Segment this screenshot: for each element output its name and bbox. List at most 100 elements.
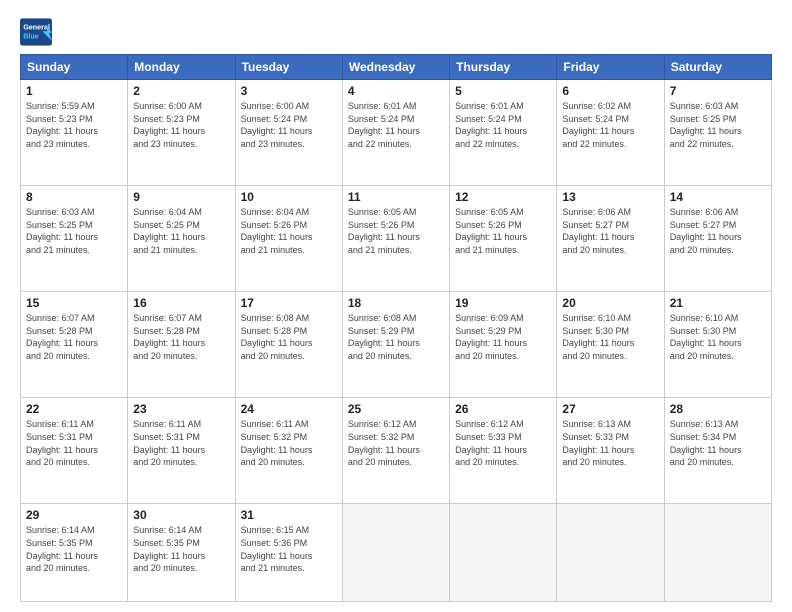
day-info: Sunrise: 6:11 AM Sunset: 5:32 PM Dayligh…	[241, 418, 337, 468]
day-info: Sunrise: 6:07 AM Sunset: 5:28 PM Dayligh…	[26, 312, 122, 362]
calendar-cell: 26 Sunrise: 6:12 AM Sunset: 5:33 PM Dayli…	[450, 398, 557, 504]
weekday-header-wednesday: Wednesday	[342, 55, 449, 80]
weekday-header-row: SundayMondayTuesdayWednesdayThursdayFrid…	[21, 55, 772, 80]
calendar-week-row: 8 Sunrise: 6:03 AM Sunset: 5:25 PM Daylig…	[21, 186, 772, 292]
day-number: 30	[133, 508, 229, 522]
day-info: Sunrise: 6:14 AM Sunset: 5:35 PM Dayligh…	[133, 524, 229, 574]
day-info: Sunrise: 6:02 AM Sunset: 5:24 PM Dayligh…	[562, 100, 658, 150]
day-info: Sunrise: 6:04 AM Sunset: 5:25 PM Dayligh…	[133, 206, 229, 256]
day-info: Sunrise: 6:05 AM Sunset: 5:26 PM Dayligh…	[348, 206, 444, 256]
calendar-cell: 4 Sunrise: 6:01 AM Sunset: 5:24 PM Daylig…	[342, 80, 449, 186]
day-number: 18	[348, 296, 444, 310]
weekday-header-thursday: Thursday	[450, 55, 557, 80]
calendar-cell: 22Sunrise: 6:11 AM Sunset: 5:31 PM Dayli…	[21, 398, 128, 504]
day-info: Sunrise: 6:15 AM Sunset: 5:36 PM Dayligh…	[241, 524, 337, 574]
day-info: Sunrise: 6:11 AM Sunset: 5:31 PM Dayligh…	[26, 418, 122, 468]
day-info: Sunrise: 6:14 AM Sunset: 5:35 PM Dayligh…	[26, 524, 122, 574]
calendar-cell: 13 Sunrise: 6:06 AM Sunset: 5:27 PM Dayli…	[557, 186, 664, 292]
day-number: 20	[562, 296, 658, 310]
day-number: 29	[26, 508, 122, 522]
calendar-week-row: 1Sunrise: 5:59 AM Sunset: 5:23 PM Daylig…	[21, 80, 772, 186]
calendar-cell: 1Sunrise: 5:59 AM Sunset: 5:23 PM Daylig…	[21, 80, 128, 186]
weekday-header-saturday: Saturday	[664, 55, 771, 80]
calendar-cell: 12 Sunrise: 6:05 AM Sunset: 5:26 PM Dayli…	[450, 186, 557, 292]
day-info: Sunrise: 6:08 AM Sunset: 5:28 PM Dayligh…	[241, 312, 337, 362]
calendar-week-row: 15 Sunrise: 6:07 AM Sunset: 5:28 PM Dayli…	[21, 292, 772, 398]
calendar-cell: 27 Sunrise: 6:13 AM Sunset: 5:33 PM Dayli…	[557, 398, 664, 504]
calendar-cell: 23 Sunrise: 6:11 AM Sunset: 5:31 PM Dayli…	[128, 398, 235, 504]
day-info: Sunrise: 6:03 AM Sunset: 5:25 PM Dayligh…	[26, 206, 122, 256]
page: General Blue SundayMondayTuesdayWednesda…	[0, 0, 792, 612]
day-info: Sunrise: 6:09 AM Sunset: 5:29 PM Dayligh…	[455, 312, 551, 362]
calendar-cell: 17Sunrise: 6:08 AM Sunset: 5:28 PM Dayli…	[235, 292, 342, 398]
day-number: 12	[455, 190, 551, 204]
day-info: Sunrise: 6:11 AM Sunset: 5:31 PM Dayligh…	[133, 418, 229, 468]
logo-icon: General Blue	[20, 18, 52, 46]
calendar-cell: 3 Sunrise: 6:00 AM Sunset: 5:24 PM Daylig…	[235, 80, 342, 186]
calendar-cell	[450, 504, 557, 602]
day-info: Sunrise: 6:04 AM Sunset: 5:26 PM Dayligh…	[241, 206, 337, 256]
calendar-cell: 6 Sunrise: 6:02 AM Sunset: 5:24 PM Daylig…	[557, 80, 664, 186]
day-number: 8	[26, 190, 122, 204]
weekday-header-sunday: Sunday	[21, 55, 128, 80]
calendar-cell	[557, 504, 664, 602]
day-number: 10	[241, 190, 337, 204]
calendar-cell: 29 Sunrise: 6:14 AM Sunset: 5:35 PM Dayli…	[21, 504, 128, 602]
day-number: 11	[348, 190, 444, 204]
day-number: 23	[133, 402, 229, 416]
day-info: Sunrise: 6:01 AM Sunset: 5:24 PM Dayligh…	[348, 100, 444, 150]
day-number: 31	[241, 508, 337, 522]
calendar-cell: 11 Sunrise: 6:05 AM Sunset: 5:26 PM Dayli…	[342, 186, 449, 292]
day-info: Sunrise: 6:03 AM Sunset: 5:25 PM Dayligh…	[670, 100, 766, 150]
svg-text:General: General	[23, 23, 50, 32]
day-info: Sunrise: 6:13 AM Sunset: 5:34 PM Dayligh…	[670, 418, 766, 468]
calendar-cell: 20 Sunrise: 6:10 AM Sunset: 5:30 PM Dayli…	[557, 292, 664, 398]
day-number: 3	[241, 84, 337, 98]
calendar-week-row: 22Sunrise: 6:11 AM Sunset: 5:31 PM Dayli…	[21, 398, 772, 504]
day-number: 19	[455, 296, 551, 310]
svg-text:Blue: Blue	[23, 31, 39, 40]
day-info: Sunrise: 6:12 AM Sunset: 5:33 PM Dayligh…	[455, 418, 551, 468]
calendar-cell: 25Sunrise: 6:12 AM Sunset: 5:32 PM Dayli…	[342, 398, 449, 504]
calendar-cell: 24 Sunrise: 6:11 AM Sunset: 5:32 PM Dayli…	[235, 398, 342, 504]
calendar-cell: 31 Sunrise: 6:15 AM Sunset: 5:36 PM Dayli…	[235, 504, 342, 602]
day-number: 6	[562, 84, 658, 98]
day-number: 5	[455, 84, 551, 98]
day-info: Sunrise: 5:59 AM Sunset: 5:23 PM Dayligh…	[26, 100, 122, 150]
day-info: Sunrise: 6:05 AM Sunset: 5:26 PM Dayligh…	[455, 206, 551, 256]
day-info: Sunrise: 6:08 AM Sunset: 5:29 PM Dayligh…	[348, 312, 444, 362]
day-info: Sunrise: 6:00 AM Sunset: 5:24 PM Dayligh…	[241, 100, 337, 150]
day-number: 15	[26, 296, 122, 310]
calendar-cell: 10 Sunrise: 6:04 AM Sunset: 5:26 PM Dayli…	[235, 186, 342, 292]
day-number: 26	[455, 402, 551, 416]
calendar-cell	[664, 504, 771, 602]
day-info: Sunrise: 6:10 AM Sunset: 5:30 PM Dayligh…	[562, 312, 658, 362]
day-number: 21	[670, 296, 766, 310]
day-number: 2	[133, 84, 229, 98]
calendar-table: SundayMondayTuesdayWednesdayThursdayFrid…	[20, 54, 772, 602]
calendar-cell: 21Sunrise: 6:10 AM Sunset: 5:30 PM Dayli…	[664, 292, 771, 398]
day-info: Sunrise: 6:01 AM Sunset: 5:24 PM Dayligh…	[455, 100, 551, 150]
weekday-header-tuesday: Tuesday	[235, 55, 342, 80]
calendar-cell: 14Sunrise: 6:06 AM Sunset: 5:27 PM Dayli…	[664, 186, 771, 292]
calendar-cell: 19 Sunrise: 6:09 AM Sunset: 5:29 PM Dayli…	[450, 292, 557, 398]
day-number: 24	[241, 402, 337, 416]
day-number: 7	[670, 84, 766, 98]
calendar-cell: 18 Sunrise: 6:08 AM Sunset: 5:29 PM Dayli…	[342, 292, 449, 398]
day-number: 28	[670, 402, 766, 416]
calendar-cell: 7 Sunrise: 6:03 AM Sunset: 5:25 PM Daylig…	[664, 80, 771, 186]
day-info: Sunrise: 6:12 AM Sunset: 5:32 PM Dayligh…	[348, 418, 444, 468]
calendar-cell: 15 Sunrise: 6:07 AM Sunset: 5:28 PM Dayli…	[21, 292, 128, 398]
calendar-cell: 5 Sunrise: 6:01 AM Sunset: 5:24 PM Daylig…	[450, 80, 557, 186]
weekday-header-friday: Friday	[557, 55, 664, 80]
calendar-cell: 30 Sunrise: 6:14 AM Sunset: 5:35 PM Dayli…	[128, 504, 235, 602]
day-info: Sunrise: 6:06 AM Sunset: 5:27 PM Dayligh…	[670, 206, 766, 256]
day-info: Sunrise: 6:06 AM Sunset: 5:27 PM Dayligh…	[562, 206, 658, 256]
day-number: 13	[562, 190, 658, 204]
calendar-cell: 2Sunrise: 6:00 AM Sunset: 5:23 PM Daylig…	[128, 80, 235, 186]
day-number: 27	[562, 402, 658, 416]
day-info: Sunrise: 6:13 AM Sunset: 5:33 PM Dayligh…	[562, 418, 658, 468]
day-number: 9	[133, 190, 229, 204]
calendar-cell: 9 Sunrise: 6:04 AM Sunset: 5:25 PM Daylig…	[128, 186, 235, 292]
day-number: 4	[348, 84, 444, 98]
